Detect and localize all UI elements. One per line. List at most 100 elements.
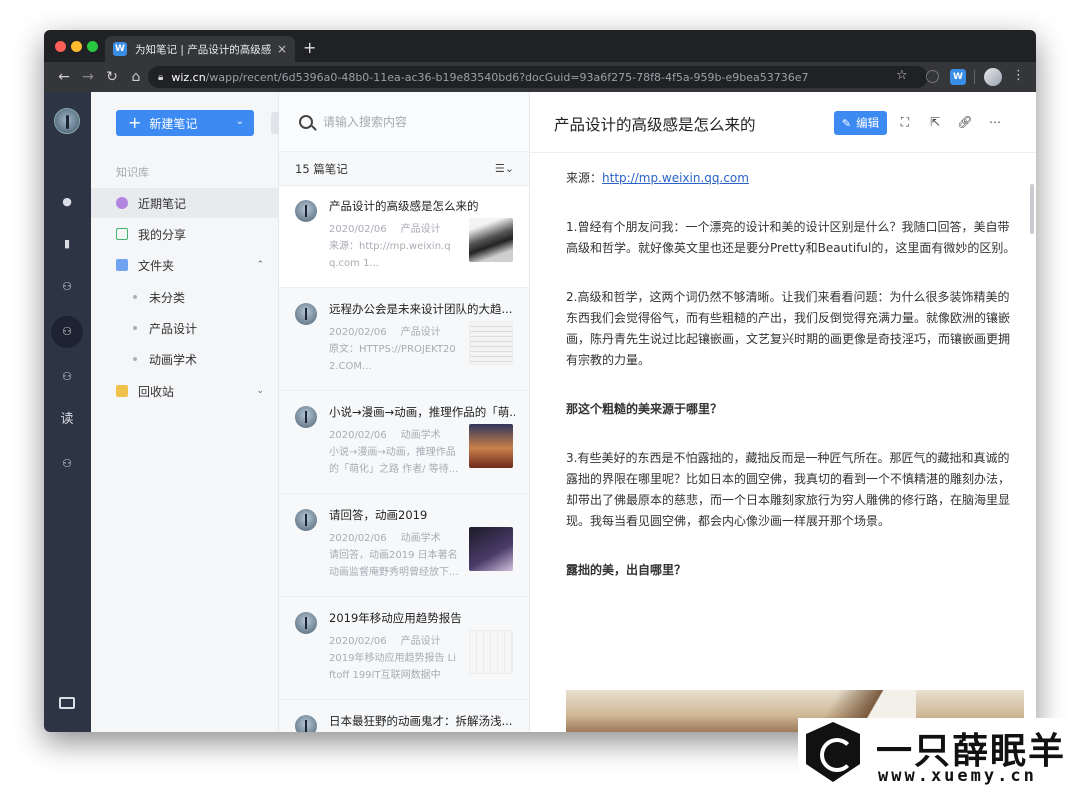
note-preview: 来源：http://mp.weixin.qq.com 1... xyxy=(329,241,451,269)
chevron-up-icon[interactable]: ⌃ xyxy=(256,260,264,270)
sidebar: + 新建笔记 ⌄ 知识库 近期笔记 我的分享 文件夹 ⌃ 未分类 产品设计 动画… xyxy=(91,92,279,732)
note-meta: 2020/02/06 动画学术 xyxy=(329,529,441,544)
watermark: 一只薛眠羊 www.xuemy.cn xyxy=(798,718,1080,789)
wiz-favicon-icon: W xyxy=(113,42,127,56)
reload-button[interactable]: ↻ xyxy=(100,69,124,85)
browser-menu-icon[interactable]: ⋮ xyxy=(1012,68,1025,83)
fullscreen-icon[interactable]: ⛶ xyxy=(896,113,914,131)
note-preview: 小说→漫画→动画，推理作品的「萌化」之路 作者/ 等待... xyxy=(329,447,459,475)
sidebar-item-share[interactable]: 我的分享 xyxy=(91,219,278,249)
open-external-icon[interactable]: ⇱ xyxy=(926,113,944,131)
note-category: 动画学术 xyxy=(400,430,441,441)
list-item[interactable]: 请回答，动画2019 2020/02/06 动画学术 请回答，动画2019 日本著… xyxy=(279,495,529,597)
note-list: 请输入搜索内容 15 篇笔记 ☰⌄ 产品设计的高级感是怎么来的 2020/02/… xyxy=(279,92,530,732)
close-window-button[interactable] xyxy=(55,41,66,52)
note-title: 小说→漫画→动画，推理作品的「萌... xyxy=(329,405,515,419)
list-header: 15 篇笔记 ☰⌄ xyxy=(279,152,529,186)
author-avatar xyxy=(295,509,317,531)
more-icon[interactable]: ⋯ xyxy=(986,113,1004,131)
browser-tab[interactable]: W 为知笔记 | 产品设计的高级感是怎么来的 × xyxy=(105,36,295,62)
note-date: 2020/02/06 xyxy=(329,430,387,441)
sidebar-item-recent[interactable]: 近期笔记 xyxy=(91,188,278,218)
wiz-extension-icon[interactable]: W xyxy=(950,69,966,85)
author-avatar xyxy=(295,303,317,325)
note-thumbnail xyxy=(469,321,513,365)
user-avatar[interactable] xyxy=(54,108,80,134)
note-meta: 2020/02/06 动画学术 xyxy=(329,426,441,441)
url-field[interactable]: 🔒︎ wiz.cn /wapp/recent/6d5396a0-48b0-11e… xyxy=(148,66,928,88)
group-icon[interactable]: ⚇ xyxy=(58,323,76,341)
note-thumbnail xyxy=(469,424,513,468)
recent-icon xyxy=(116,197,128,209)
share-icon xyxy=(116,228,128,240)
home-button[interactable]: ⌂ xyxy=(124,69,148,85)
note-body: 来源：http://mp.weixin.qq.com 1.曾经有个朋友问我：一个… xyxy=(566,168,1020,601)
folder-item-product-design[interactable]: 产品设计 xyxy=(91,313,278,343)
browser-window: W 为知笔记 | 产品设计的高级感是怎么来的 × + ← → ↻ ⌂ 🔒︎ wi… xyxy=(44,30,1036,732)
screen-icon[interactable] xyxy=(59,697,75,709)
scrollbar[interactable] xyxy=(1030,184,1034,234)
pencil-icon: ✎ xyxy=(841,116,852,130)
new-note-button[interactable]: + 新建笔记 ⌄ xyxy=(116,110,254,136)
list-item[interactable]: 小说→漫画→动画，推理作品的「萌... 2020/02/06 动画学术 小说→漫画… xyxy=(279,392,529,494)
section-heading: 那这个粗糙的美来源于哪里？ xyxy=(566,402,723,416)
list-item[interactable]: 日本最狂野的动画鬼才：拆解汤浅... xyxy=(279,701,529,732)
profile-avatar[interactable] xyxy=(984,68,1002,86)
author-avatar xyxy=(295,200,317,222)
tab-close-icon[interactable]: × xyxy=(277,42,287,56)
forward-button[interactable]: → xyxy=(76,69,100,85)
group-icon[interactable]: ⚇ xyxy=(58,455,76,473)
folder-label: 未分类 xyxy=(149,290,186,305)
watermark-url: www.xuemy.cn xyxy=(878,766,1037,786)
source-link[interactable]: http://mp.weixin.qq.com xyxy=(602,171,749,185)
list-item[interactable]: 产品设计的高级感是怎么来的 2020/02/06 产品设计 来源：http://m… xyxy=(279,186,529,288)
search-bar[interactable]: 请输入搜索内容 xyxy=(279,92,529,152)
note-title: 请回答，动画2019 xyxy=(329,508,428,522)
bookmark-star-icon[interactable]: ☆ xyxy=(896,68,908,83)
new-tab-button[interactable]: + xyxy=(303,38,316,57)
sidebar-item-label: 近期笔记 xyxy=(138,196,187,211)
sidebar-item-label: 我的分享 xyxy=(138,227,187,242)
edit-button[interactable]: ✎ 编辑 xyxy=(834,111,887,135)
minimize-window-button[interactable] xyxy=(71,41,82,52)
list-item[interactable]: 2019年移动应用趋势报告 2020/02/06 产品设计 2019年移动应用趋势… xyxy=(279,598,529,700)
folder-icon xyxy=(116,259,128,271)
note-date: 2020/02/06 xyxy=(329,533,387,544)
note-meta: 2020/02/06 产品设计 xyxy=(329,220,441,235)
sidebar-item-trash[interactable]: 回收站 ⌄ xyxy=(91,376,278,406)
new-note-label: 新建笔记 xyxy=(149,116,198,131)
note-meta: 2020/02/06 产品设计 xyxy=(329,632,441,647)
bullet-icon xyxy=(133,295,137,299)
bullet-icon xyxy=(133,326,137,330)
sort-menu-icon[interactable]: ☰⌄ xyxy=(495,162,514,175)
chevron-down-icon[interactable]: ⌄ xyxy=(256,386,264,396)
folder-item-animation[interactable]: 动画学术 xyxy=(91,344,278,374)
note-category: 产品设计 xyxy=(400,224,441,235)
read-icon[interactable]: 读 xyxy=(58,411,76,429)
folder-item-uncategorized[interactable]: 未分类 xyxy=(91,282,278,312)
lock-icon: 🔒︎ xyxy=(158,71,164,83)
group-icon[interactable]: ⚇ xyxy=(58,368,76,386)
search-input[interactable]: 请输入搜索内容 xyxy=(323,113,407,130)
note-thumbnail xyxy=(469,527,513,571)
document-icon[interactable]: ▮ xyxy=(58,235,76,253)
search-icon xyxy=(299,114,313,129)
maximize-window-button[interactable] xyxy=(87,41,98,52)
extension-icon[interactable] xyxy=(926,70,939,83)
sidebar-item-folders[interactable]: 文件夹 ⌃ xyxy=(91,250,278,280)
section-heading: 露拙的美，出自哪里？ xyxy=(566,563,687,577)
back-button[interactable]: ← xyxy=(52,69,76,85)
list-item[interactable]: 远程办公会是未来设计团队的大趋... 2020/02/06 产品设计 原文：HTT… xyxy=(279,289,529,391)
folder-label: 产品设计 xyxy=(149,321,198,336)
author-avatar xyxy=(295,406,317,428)
toolbar-separator xyxy=(974,70,975,84)
group-icon[interactable]: ⚇ xyxy=(58,278,76,296)
bell-icon[interactable]: ● xyxy=(58,193,76,211)
note-category: 产品设计 xyxy=(400,327,441,338)
ram-logo-icon xyxy=(806,722,860,782)
source-label: 来源： xyxy=(566,171,603,185)
note-meta: 2020/02/06 产品设计 xyxy=(329,323,441,338)
link-icon[interactable]: 🔗︎ xyxy=(956,113,974,131)
sidebar-collapse-handle[interactable] xyxy=(271,112,279,134)
chevron-down-icon[interactable]: ⌄ xyxy=(236,116,244,127)
